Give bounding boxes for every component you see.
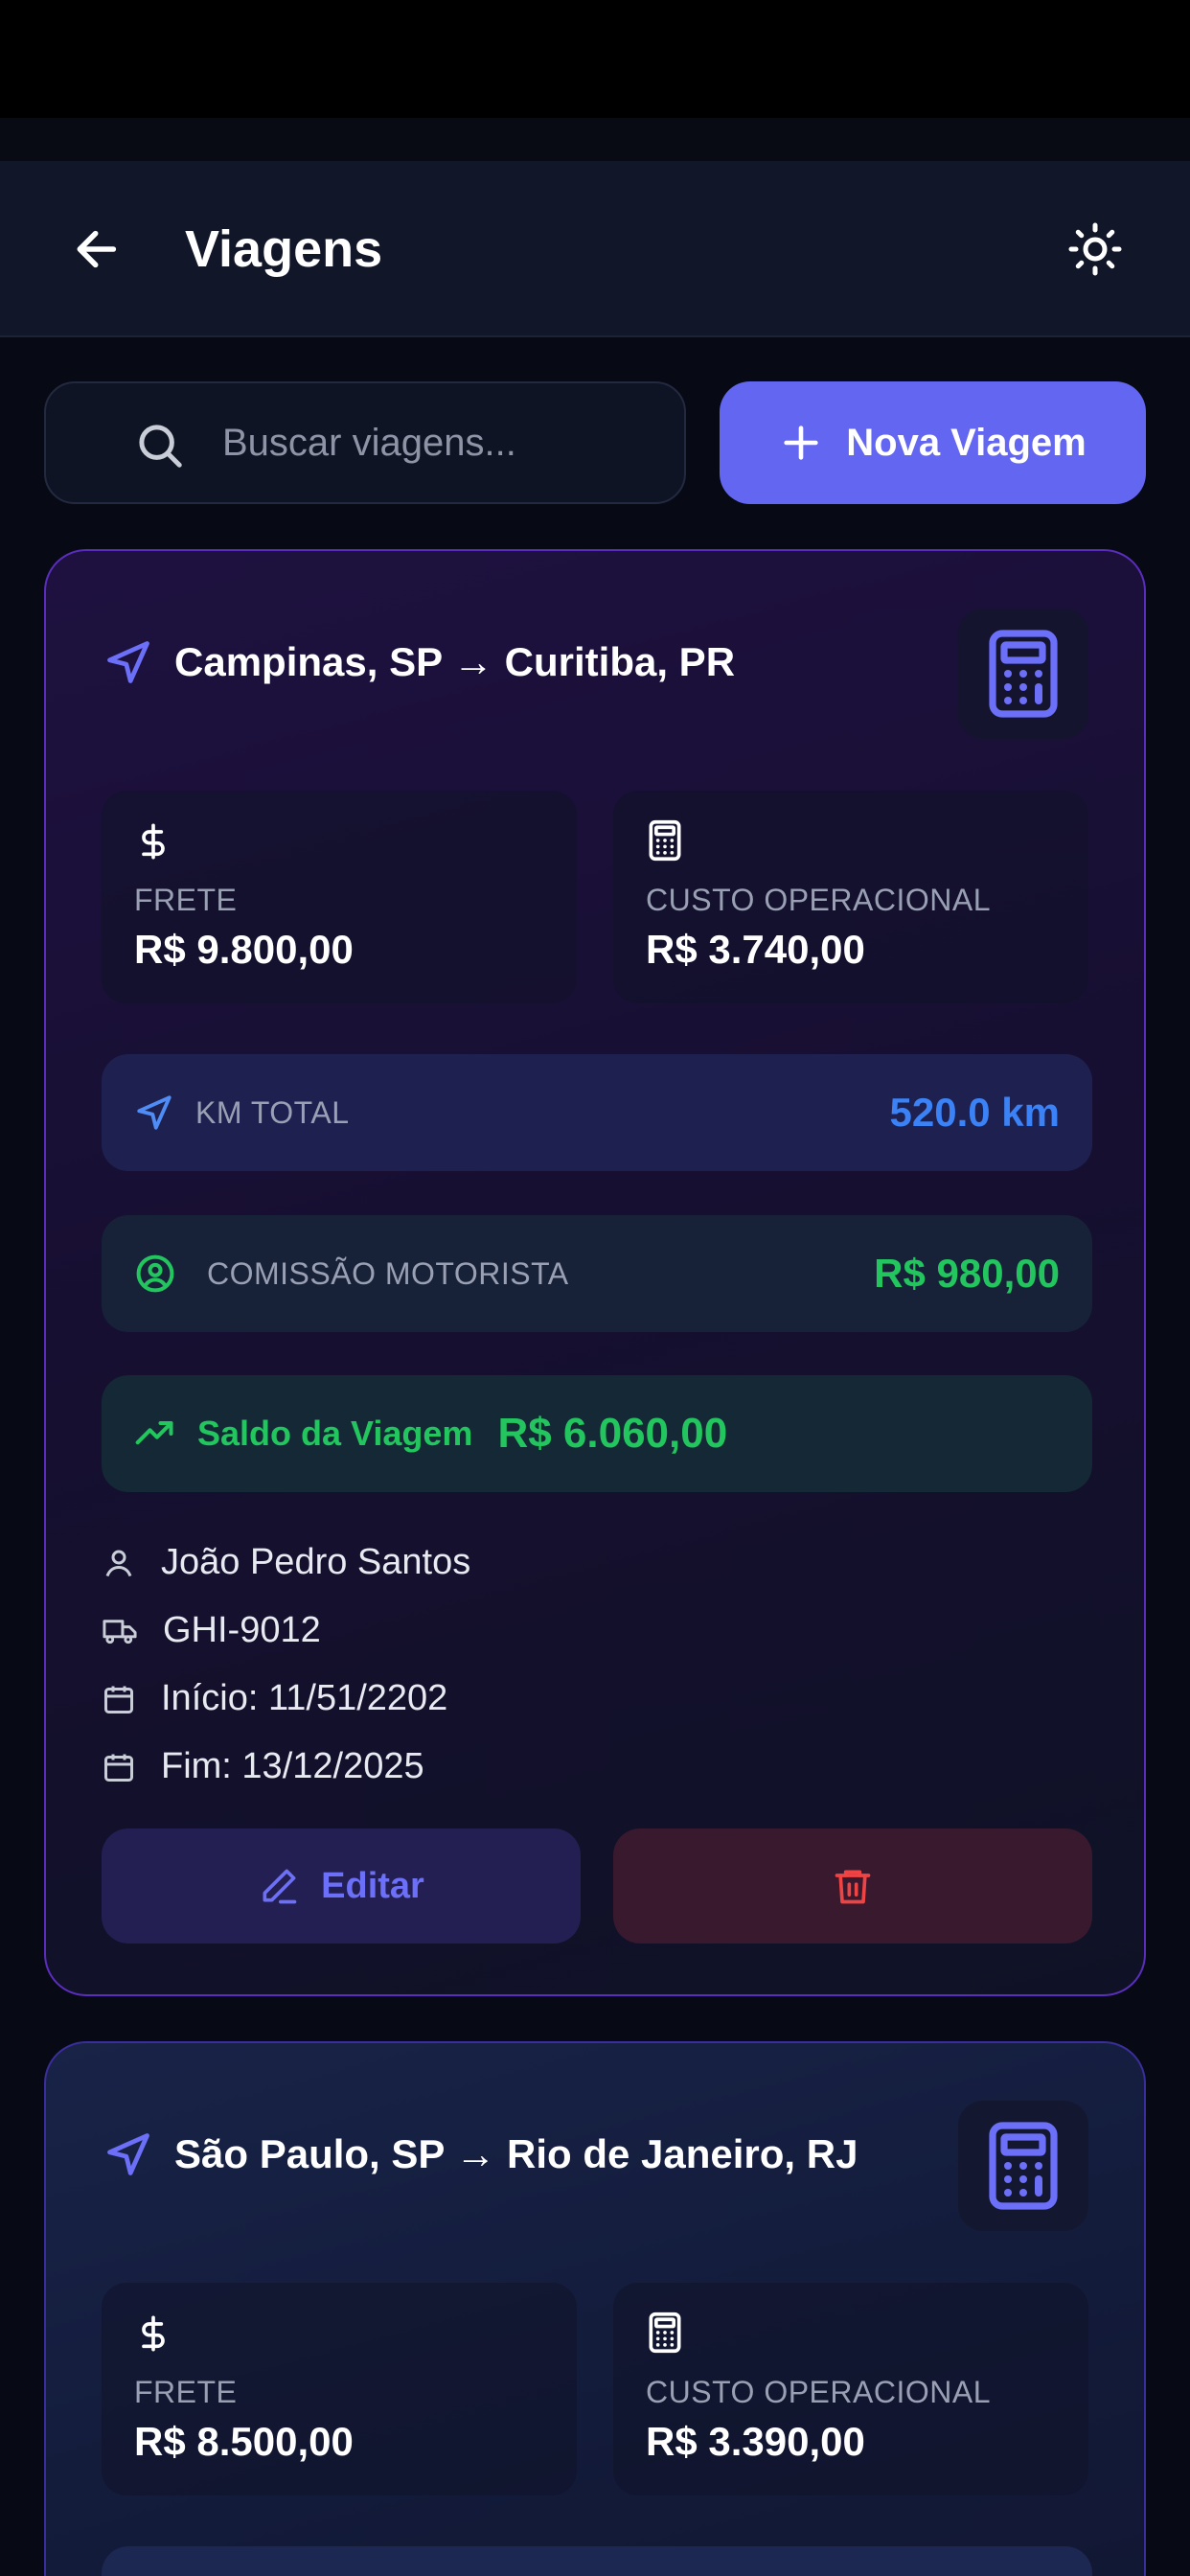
- app-header: [0, 161, 1190, 337]
- trip-route: São Paulo, SP → Rio de Janeiro, RJ: [103, 2129, 858, 2179]
- top-spacer: [0, 118, 1190, 161]
- custo-value: R$ 3.740,00: [646, 927, 865, 972]
- dollar-icon: [142, 823, 165, 860]
- custo-box: CUSTO OPERACIONAL R$ 3.740,00: [613, 791, 1088, 1003]
- frete-value: R$ 9.800,00: [134, 927, 354, 972]
- start-date-row: Início: 11/51/2202: [102, 1665, 470, 1733]
- search-icon: [139, 425, 182, 468]
- edit-label: Editar: [321, 1865, 424, 1906]
- custo-label: CUSTO OPERACIONAL: [646, 2375, 991, 2409]
- trip-balance-row: Saldo da Viagem R$ 6.060,00: [102, 1375, 1092, 1492]
- frete-value: R$ 8.500,00: [134, 2419, 354, 2464]
- sun-icon: [1068, 222, 1122, 276]
- trip-card: Campinas, SP → Curitiba, PR FRETE R$ 9.8…: [44, 549, 1146, 1996]
- delete-button[interactable]: [613, 1828, 1092, 1944]
- calculator-button[interactable]: [958, 2101, 1088, 2231]
- frete-label: FRETE: [134, 2375, 238, 2409]
- commission-row: COMISSÃO MOTORISTA R$ 980,00: [102, 1215, 1092, 1332]
- navigation-icon: [107, 641, 149, 683]
- calculator-icon: [989, 630, 1058, 718]
- dollar-icon: [142, 2315, 165, 2352]
- edit-button[interactable]: Editar: [102, 1828, 581, 1944]
- commission-label: COMISSÃO MOTORISTA: [207, 1255, 569, 1291]
- frete-box: FRETE R$ 9.800,00: [102, 791, 577, 1003]
- frete-label: FRETE: [134, 883, 238, 917]
- trip-route: Campinas, SP → Curitiba, PR: [103, 637, 735, 687]
- km-label: KM TOTAL: [195, 1094, 350, 1130]
- new-trip-button[interactable]: Nova Viagem: [720, 381, 1146, 504]
- end-date: Fim: 13/12/2025: [161, 1746, 424, 1786]
- search-box: [44, 381, 686, 504]
- km-total-row: [102, 2546, 1092, 2576]
- calculator-icon: [649, 819, 681, 862]
- commission-value: R$ 980,00: [874, 1251, 1060, 1296]
- frete-box: FRETE R$ 8.500,00: [102, 2283, 577, 2496]
- plate-number: GHI-9012: [163, 1610, 321, 1650]
- trip-details: João Pedro Santos GHI-9012 Início: 11/51…: [102, 1529, 470, 1801]
- calendar-icon: [104, 1754, 133, 1782]
- status-bar: [0, 0, 1190, 118]
- navigation-icon: [107, 2133, 149, 2175]
- route-text: Campinas, SP → Curitiba, PR: [174, 639, 736, 684]
- driver-name: João Pedro Santos: [161, 1542, 471, 1582]
- custo-label: CUSTO OPERACIONAL: [646, 883, 991, 917]
- new-trip-label: Nova Viagem: [846, 421, 1087, 464]
- km-value: 520.0 km: [889, 1090, 1060, 1135]
- balance-label: Saldo da Viagem: [197, 1414, 473, 1453]
- truck-icon: [103, 1619, 137, 1644]
- user-circle-icon: [136, 1254, 174, 1293]
- calendar-icon: [104, 1686, 133, 1714]
- page-title: Viagens: [185, 220, 383, 278]
- calculator-button[interactable]: [958, 609, 1088, 739]
- plus-icon: [784, 426, 818, 460]
- end-date-row: Fim: 13/12/2025: [102, 1733, 470, 1801]
- navigation-icon: [137, 1095, 172, 1130]
- trip-card: São Paulo, SP → Rio de Janeiro, RJ FRETE…: [44, 2041, 1146, 2576]
- theme-toggle-button[interactable]: [1052, 211, 1138, 288]
- user-icon: [105, 1550, 132, 1576]
- trash-icon: [835, 1870, 871, 1904]
- pencil-icon: [263, 1869, 297, 1904]
- calculator-icon: [989, 2122, 1058, 2210]
- driver-row: João Pedro Santos: [102, 1529, 470, 1597]
- back-button[interactable]: [59, 211, 136, 288]
- balance-value: R$ 6.060,00: [497, 1410, 728, 1457]
- search-input[interactable]: [138, 421, 636, 465]
- custo-value: R$ 3.390,00: [646, 2419, 865, 2464]
- km-total-row: KM TOTAL 520.0 km: [102, 1054, 1092, 1171]
- custo-box: CUSTO OPERACIONAL R$ 3.390,00: [613, 2283, 1088, 2496]
- route-text: São Paulo, SP → Rio de Janeiro, RJ: [174, 2131, 858, 2176]
- arrow-left-icon: [77, 230, 117, 268]
- trending-up-icon: [135, 1420, 173, 1445]
- calculator-icon: [649, 2312, 681, 2354]
- start-date: Início: 11/51/2202: [161, 1678, 448, 1718]
- plate-row: GHI-9012: [102, 1597, 470, 1665]
